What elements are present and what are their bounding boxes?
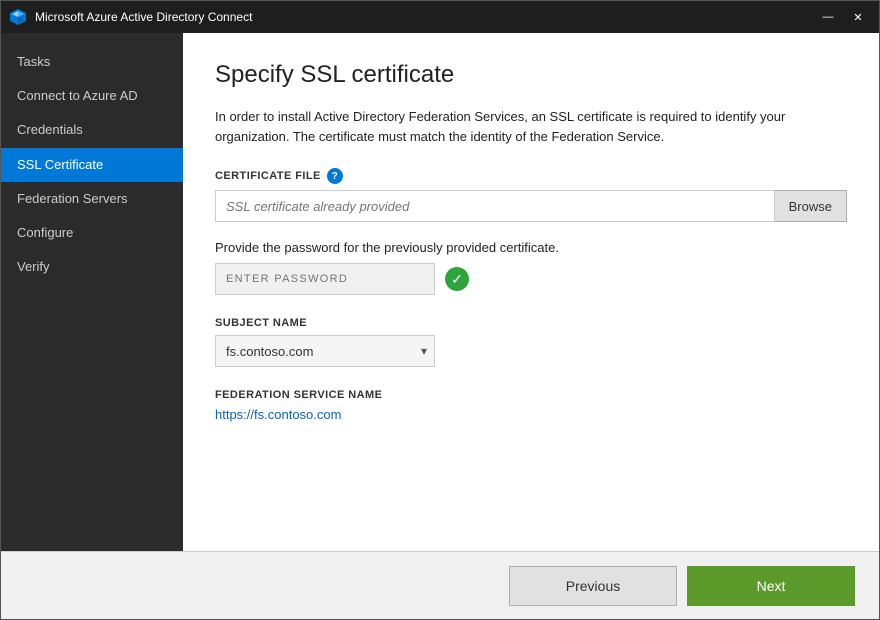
content-area: Tasks Connect to Azure AD Credentials SS…	[1, 33, 879, 551]
certificate-file-section: CERTIFICATE FILE ? Browse	[215, 168, 847, 222]
title-bar-controls: — ✕	[815, 7, 871, 27]
federation-service-label: FEDERATION SERVICE NAME	[215, 389, 847, 401]
browse-button[interactable]: Browse	[775, 190, 847, 222]
sidebar-item-verify[interactable]: Verify	[1, 250, 183, 284]
subject-name-wrapper: fs.contoso.com	[215, 335, 435, 367]
check-icon: ✓	[445, 267, 469, 291]
sidebar-item-tasks[interactable]: Tasks	[1, 45, 183, 79]
page-title: Specify SSL certificate	[215, 61, 847, 89]
sidebar-item-ssl-certificate[interactable]: SSL Certificate	[1, 148, 183, 182]
password-section: Provide the password for the previously …	[215, 240, 847, 295]
certificate-file-input[interactable]	[215, 190, 775, 222]
password-hint: Provide the password for the previously …	[215, 240, 847, 255]
close-button[interactable]: ✕	[845, 7, 871, 27]
next-button[interactable]: Next	[687, 566, 855, 606]
title-bar: Microsoft Azure Active Directory Connect…	[1, 1, 879, 33]
certificate-file-label: CERTIFICATE FILE ?	[215, 168, 847, 184]
app-window: Microsoft Azure Active Directory Connect…	[0, 0, 880, 620]
subject-name-section: SUBJECT NAME fs.contoso.com	[215, 317, 847, 367]
description-text: In order to install Active Directory Fed…	[215, 107, 815, 146]
password-input[interactable]	[215, 263, 435, 295]
sidebar: Tasks Connect to Azure AD Credentials SS…	[1, 33, 183, 551]
federation-service-url[interactable]: https://fs.contoso.com	[215, 407, 341, 422]
footer: Previous Next	[1, 551, 879, 619]
password-row: ✓	[215, 263, 847, 295]
federation-service-section: FEDERATION SERVICE NAME https://fs.conto…	[215, 389, 847, 422]
main-content: Specify SSL certificate In order to inst…	[183, 33, 879, 551]
help-icon[interactable]: ?	[327, 168, 343, 184]
sidebar-item-configure[interactable]: Configure	[1, 216, 183, 250]
sidebar-item-credentials[interactable]: Credentials	[1, 113, 183, 147]
title-bar-text: Microsoft Azure Active Directory Connect	[35, 10, 815, 24]
previous-button[interactable]: Previous	[509, 566, 677, 606]
sidebar-item-connect-azure[interactable]: Connect to Azure AD	[1, 79, 183, 113]
subject-name-select[interactable]: fs.contoso.com	[215, 335, 435, 367]
sidebar-item-federation-servers[interactable]: Federation Servers	[1, 182, 183, 216]
certificate-file-row: Browse	[215, 190, 847, 222]
app-icon	[9, 8, 27, 26]
minimize-button[interactable]: —	[815, 7, 841, 27]
subject-name-label: SUBJECT NAME	[215, 317, 847, 329]
